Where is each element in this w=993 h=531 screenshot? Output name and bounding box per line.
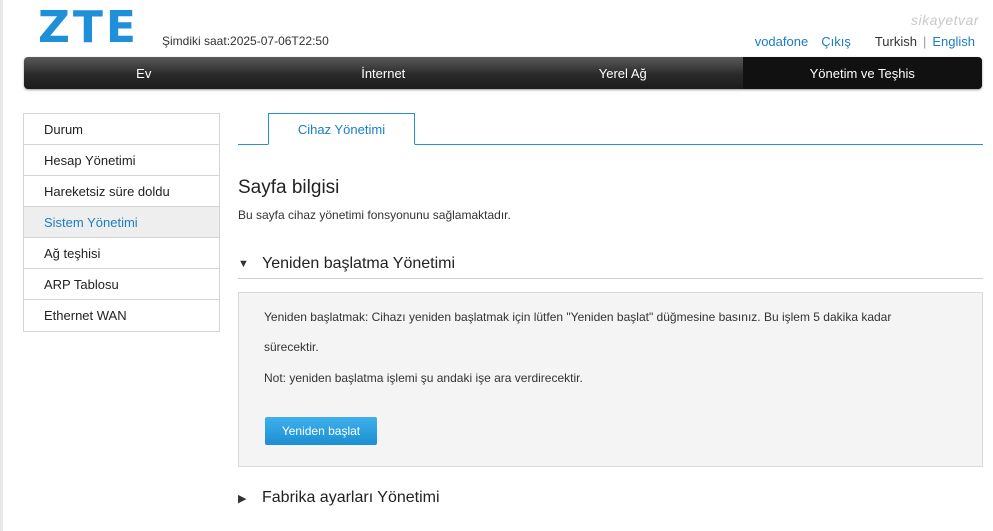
zte-logo: ZTE bbox=[38, 2, 139, 53]
current-time: Şimdiki saat:2025-07-06T22:50 bbox=[162, 34, 329, 48]
collapse-arrow-icon: ▼ bbox=[238, 257, 249, 270]
reboot-instructions-cont: sürecektir. bbox=[264, 340, 319, 354]
logout-link[interactable]: Çıkış bbox=[821, 34, 851, 49]
factory-section-header[interactable]: ▶ Fabrika ayarları Yönetimi bbox=[238, 483, 983, 513]
sidebar-item-account-management[interactable]: Hesap Yönetimi bbox=[24, 145, 219, 176]
factory-section-title: Fabrika ayarları Yönetimi bbox=[262, 489, 440, 506]
reboot-note: Not: yeniden başlatma işlemi şu andaki i… bbox=[264, 371, 583, 385]
operator-link[interactable]: vodafone bbox=[755, 34, 809, 49]
sidebar: Durum Hesap Yönetimi Hareketsiz süre dol… bbox=[23, 113, 220, 332]
main-nav: Ev İnternet Yerel Ağ Yönetim ve Teşhis bbox=[24, 57, 982, 89]
language-english-link[interactable]: English bbox=[932, 34, 975, 49]
page-description: Bu sayfa cihaz yönetimi fonsyonunu sağla… bbox=[238, 208, 511, 222]
language-separator: | bbox=[922, 34, 927, 49]
sidebar-item-network-diagnosis[interactable]: Ağ teşhisi bbox=[24, 238, 219, 269]
language-current: Turkish bbox=[874, 34, 917, 49]
sidebar-item-idle-timeout[interactable]: Hareketsiz süre doldu bbox=[24, 176, 219, 207]
reboot-instructions: Yeniden başlatmak: Cihazı yeniden başlat… bbox=[264, 310, 892, 324]
nav-local-network[interactable]: Yerel Ağ bbox=[503, 57, 743, 89]
sidebar-item-ethernet-wan[interactable]: Ethernet WAN bbox=[24, 300, 219, 331]
reboot-section-header[interactable]: ▼ Yeniden başlatma Yönetimi bbox=[238, 249, 983, 279]
clock-label: Şimdiki saat: bbox=[162, 34, 231, 48]
watermark: sikayetvar bbox=[910, 12, 979, 28]
nav-home[interactable]: Ev bbox=[24, 57, 264, 89]
left-edge-strip bbox=[0, 0, 3, 531]
clock-value: 2025-07-06T22:50 bbox=[230, 34, 329, 48]
page-title: Sayfa bilgisi bbox=[238, 177, 340, 198]
reboot-panel: Yeniden başlatmak: Cihazı yeniden başlat… bbox=[238, 292, 983, 467]
reboot-section-title: Yeniden başlatma Yönetimi bbox=[262, 254, 456, 272]
tab-device-management[interactable]: Cihaz Yönetimi bbox=[268, 113, 415, 145]
restart-button[interactable]: Yeniden başlat bbox=[265, 417, 377, 445]
header-links: vodafone Çıkış Turkish | English bbox=[755, 34, 975, 49]
sidebar-item-system-management[interactable]: Sistem Yönetimi bbox=[24, 207, 219, 238]
sidebar-item-status[interactable]: Durum bbox=[24, 114, 219, 145]
expand-arrow-icon: ▶ bbox=[238, 492, 247, 505]
nav-management-diagnosis[interactable]: Yönetim ve Teşhis bbox=[742, 57, 982, 89]
nav-internet[interactable]: İnternet bbox=[264, 57, 504, 89]
sidebar-item-arp-table[interactable]: ARP Tablosu bbox=[24, 269, 219, 300]
